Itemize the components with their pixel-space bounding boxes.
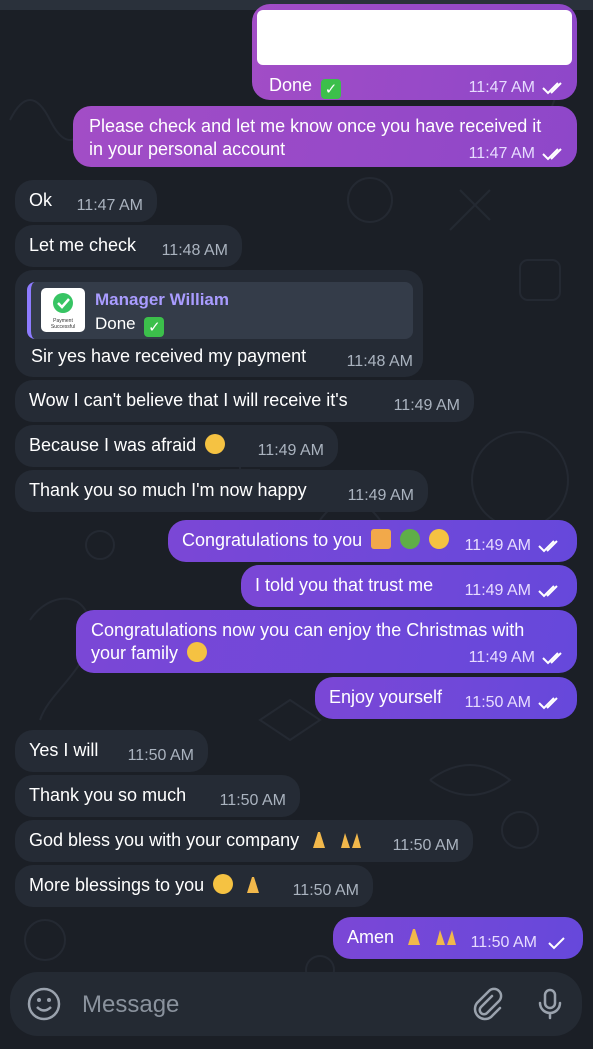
message-time: 11:47 AM [468,79,535,96]
message-time: 11:50 AM [470,934,537,951]
message-incoming[interactable]: Thank you so much 11:50 AM [15,775,300,817]
reply-preview[interactable]: Payment Successful Manager William Done … [27,282,413,339]
message-time: 11:49 AM [393,397,460,414]
clapping-hands-emoji [429,529,450,549]
message-time: 11:50 AM [127,747,194,764]
message-time: 11:49 AM [464,537,531,554]
message-time: 11:49 AM [257,442,324,459]
double-check-icon [542,147,562,160]
message-text: Done [269,75,313,95]
folded-hands-emoji [247,877,260,893]
message-time: 11:50 AM [464,694,531,711]
message-incoming[interactable]: Because I was afraid 11:49 AM [15,425,338,467]
message-text: More blessings to you [29,875,205,895]
message-outgoing[interactable]: Enjoy yourself 11:50 AM [315,677,577,719]
folded-hands-emoji [313,832,326,848]
message-composer: Message [10,972,582,1036]
message-time: 11:47 AM [76,197,143,214]
single-check-icon [548,936,565,949]
message-time: 11:50 AM [292,882,359,899]
double-check-icon [538,584,558,597]
message-incoming[interactable]: Yes I will 11:50 AM [15,730,208,772]
double-check-icon [538,539,558,552]
party-popper-emoji [371,529,392,549]
smiling-face-emoji [187,642,208,662]
message-text: God bless you with your company [29,830,300,850]
message-outgoing[interactable]: Done ✓ 11:47 AM [252,4,577,100]
reply-sender-name: Manager William [95,290,229,309]
message-time: 11:49 AM [464,582,531,599]
message-time: 11:48 AM [346,353,413,370]
message-outgoing[interactable]: Congratulations to you 11:49 AM [168,520,577,562]
message-text: Ok [29,190,53,210]
microphone-icon[interactable] [532,986,568,1022]
message-outgoing[interactable]: Congratulations now you can enjoy the Ch… [76,610,577,673]
double-check-icon [538,696,558,709]
message-text: Enjoy yourself [329,687,443,707]
smiling-face-emoji [213,874,234,894]
message-text: Thank you so much I'm now happy [29,480,307,500]
chat-area: Done ✓ 11:47 AM Please check and let me … [0,0,593,1049]
message-incoming[interactable]: Ok 11:47 AM [15,180,157,222]
message-text: Sir yes have received my payment [31,346,307,366]
reply-text: Done ✓ [95,312,165,337]
message-time: 11:47 AM [468,145,535,162]
message-text: Let me check [29,235,137,255]
raising-hands-emoji [341,833,362,848]
folded-hands-emoji [408,929,421,945]
check-mark-emoji: ✓ [144,317,165,337]
message-incoming[interactable]: Wow I can't believe that I will receive … [15,380,474,422]
thumbnail-caption: Payment Successful [50,318,76,330]
message-input[interactable]: Message [82,991,179,1019]
message-text: Thank you so much [29,785,187,805]
double-check-icon [542,81,562,94]
bouquet-emoji [400,529,421,549]
message-incoming[interactable]: Let me check 11:48 AM [15,225,242,267]
smile-icon[interactable] [26,986,62,1022]
paperclip-icon[interactable] [468,986,504,1022]
message-time: 11:49 AM [347,487,414,504]
message-text: Wow I can't believe that I will receive … [29,390,348,410]
message-outgoing[interactable]: Amen 11:50 AM [333,917,583,959]
raising-hands-emoji [436,930,457,945]
message-time: 11:50 AM [219,792,286,809]
message-time: 11:49 AM [468,649,535,666]
message-text: Because I was afraid [29,435,197,455]
message-text: Yes I will [29,740,99,760]
message-time: 11:48 AM [161,242,228,259]
message-incoming[interactable]: Thank you so much I'm now happy 11:49 AM [15,470,428,512]
message-text: Amen [347,927,395,947]
image-preview[interactable] [257,10,572,65]
message-time: 11:50 AM [392,837,459,854]
crying-face-emoji [205,434,226,454]
message-outgoing[interactable]: I told you that trust me 11:49 AM [241,565,577,607]
reply-text-value: Done [95,314,136,333]
message-incoming-reply[interactable]: Payment Successful Manager William Done … [15,270,423,377]
double-check-icon [542,651,562,664]
message-incoming[interactable]: More blessings to you 11:50 AM [15,865,373,907]
message-text: I told you that trust me [255,575,434,595]
message-text: Congratulations to you [182,530,363,550]
check-mark-emoji: ✓ [321,79,342,99]
payment-thumbnail: Payment Successful [41,288,85,332]
message-outgoing[interactable]: Please check and let me know once you ha… [73,106,577,167]
message-incoming[interactable]: God bless you with your company 11:50 AM [15,820,473,862]
